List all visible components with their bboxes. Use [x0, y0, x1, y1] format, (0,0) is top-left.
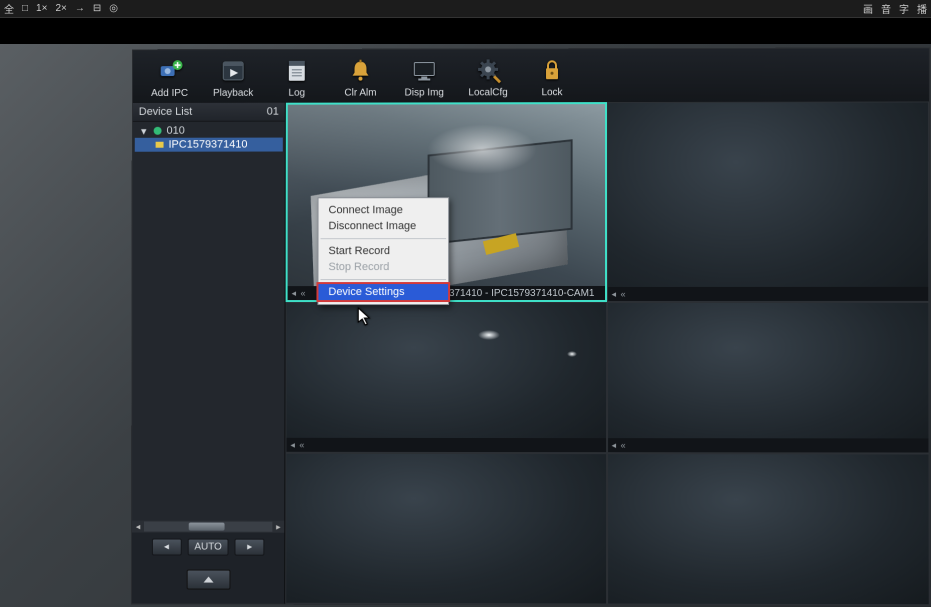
video-cell-6[interactable] [607, 453, 930, 605]
bell-icon [344, 56, 378, 86]
device-tree[interactable]: ▾ 010 IPC1579371410 [132, 122, 285, 521]
log-icon [280, 56, 314, 86]
local-cfg-label: LocalCfg [468, 87, 507, 98]
video-grid: ◂ « IPC1579371410 - IPC1579371410-CAM1 ◂… [285, 101, 930, 605]
top-icon[interactable]: ⊟ [93, 3, 101, 14]
expand-icon[interactable]: ▾ [139, 126, 149, 136]
disp-img-label: Disp Img [405, 87, 444, 98]
scroll-track[interactable] [144, 522, 272, 532]
tree-device-label: IPC1579371410 [169, 139, 248, 151]
app-body: Device List 01 ▾ 010 [132, 101, 930, 605]
cell-status-bar: ◂ « [608, 438, 929, 452]
top-icon[interactable]: 播 [917, 1, 927, 16]
chevron-left-icon[interactable]: ◂ « [612, 288, 627, 299]
top-icon[interactable]: 字 [899, 1, 909, 16]
main-toolbar: Add IPC Playback [133, 48, 929, 103]
nav-buttons: ◂ AUTO ▸ [132, 532, 284, 561]
playback-button[interactable]: Playback [204, 54, 262, 101]
add-ipc-button[interactable]: Add IPC [141, 54, 199, 101]
tree-hscroll[interactable]: ◂ ▸ [132, 520, 284, 532]
local-cfg-button[interactable]: LocalCfg [459, 53, 517, 100]
dvr-app: Add IPC Playback [131, 47, 931, 606]
top-icon[interactable]: □ [22, 3, 28, 14]
device-sidebar: Device List 01 ▾ 010 [132, 103, 286, 604]
tree-root-label: 010 [167, 125, 185, 137]
menu-disconnect-image[interactable]: Disconnect Image [319, 218, 449, 234]
menu-stop-record[interactable]: Stop Record [318, 259, 448, 275]
scroll-thumb[interactable] [189, 523, 225, 531]
top-icon[interactable]: 画 [863, 1, 873, 16]
menu-device-settings[interactable]: Device Settings [318, 284, 448, 300]
nav-next-button[interactable]: ▸ [235, 539, 265, 556]
device-list-header: Device List 01 [133, 103, 285, 122]
clr-alm-button[interactable]: Clr Alm [332, 54, 390, 101]
mouse-cursor-icon [357, 307, 371, 327]
player-top-right-icons: 画 音 字 播 [863, 1, 927, 16]
collapse-up-button[interactable] [186, 570, 230, 590]
video-cell-5[interactable] [285, 453, 606, 605]
playback-icon [216, 56, 250, 86]
cell-status-bar: ◂ « [608, 287, 929, 301]
group-icon [153, 126, 163, 136]
top-icon[interactable]: 2× [55, 3, 66, 14]
monitor-icon [407, 56, 441, 86]
player-top-strip: 全 □ 1× 2× → ⊟ ◎ 画 音 字 播 [0, 0, 931, 18]
device-list-count: 01 [267, 106, 279, 118]
camera-icon [155, 140, 165, 150]
scroll-right-icon[interactable]: ▸ [272, 521, 284, 532]
add-ipc-icon [153, 56, 187, 86]
disp-img-button[interactable]: Disp Img [395, 54, 453, 101]
tree-root[interactable]: ▾ 010 [135, 124, 283, 138]
cell-status-bar: ◂ « [286, 438, 605, 452]
chevron-left-icon[interactable]: ◂ « [292, 288, 307, 299]
chevron-up-icon [201, 575, 215, 585]
nav-auto-button[interactable]: AUTO [187, 539, 228, 556]
top-icon[interactable]: 音 [881, 1, 891, 16]
chevron-left-icon[interactable]: ◂ « [290, 439, 305, 450]
nav-prev-button[interactable]: ◂ [152, 538, 182, 555]
top-icon[interactable]: → [75, 3, 85, 14]
lock-label: Lock [541, 87, 562, 98]
clr-alm-label: Clr Alm [344, 88, 376, 99]
log-label: Log [288, 88, 305, 99]
device-context-menu: Connect Image Disconnect Image Start Rec… [317, 197, 449, 305]
collapse-pane [132, 561, 284, 603]
add-ipc-label: Add IPC [151, 88, 188, 99]
video-cell-4[interactable]: ◂ « [607, 302, 930, 454]
log-button[interactable]: Log [268, 54, 326, 101]
menu-connect-image[interactable]: Connect Image [319, 202, 449, 218]
lock-icon [535, 55, 569, 85]
menu-start-record[interactable]: Start Record [318, 243, 448, 259]
tree-device-selected[interactable]: IPC1579371410 [135, 138, 283, 152]
video-cell-3[interactable]: ◂ « [285, 302, 606, 453]
scroll-left-icon[interactable]: ◂ [132, 521, 144, 532]
player-top-left-icons: 全 □ 1× 2× → ⊟ ◎ [4, 1, 118, 16]
stage: Add IPC Playback [0, 18, 931, 607]
video-cell-2[interactable]: ◂ « [606, 101, 929, 302]
top-icon[interactable]: ◎ [109, 3, 118, 14]
gear-icon [471, 55, 505, 85]
playback-label: Playback [213, 88, 253, 99]
top-icon[interactable]: 全 [4, 1, 14, 16]
lock-button[interactable]: Lock [523, 53, 581, 100]
device-list-title: Device List [139, 106, 192, 118]
top-icon[interactable]: 1× [36, 3, 47, 14]
chevron-left-icon[interactable]: ◂ « [612, 440, 627, 451]
